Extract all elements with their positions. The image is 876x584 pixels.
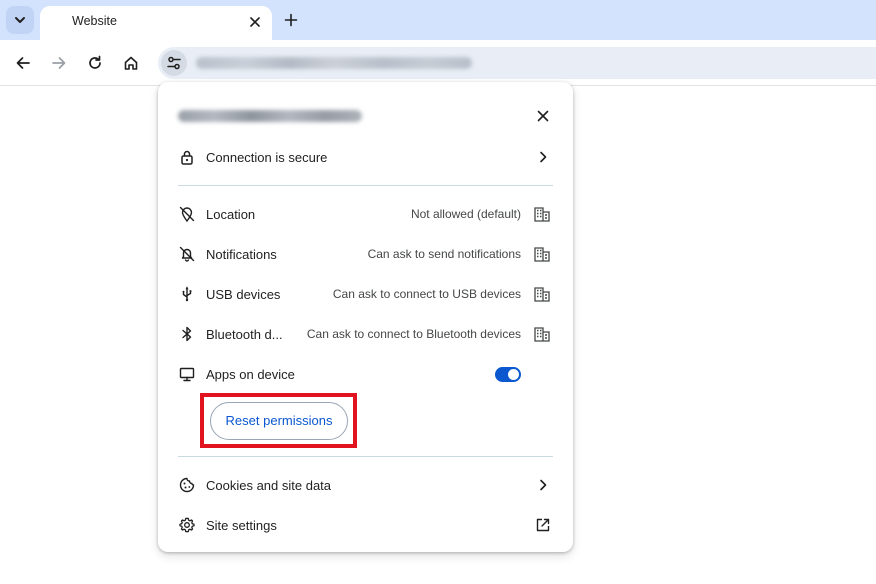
cookies-row[interactable]: Cookies and site data [158,468,573,502]
site-host-blurred [178,110,362,122]
connection-row[interactable]: Connection is secure [158,140,573,174]
apps-on-device-toggle[interactable] [495,367,521,382]
new-tab-button[interactable] [280,9,302,31]
apps-on-device-row: Apps on device [158,357,573,391]
arrow-left-icon [16,57,30,69]
building-icon [533,325,551,343]
gear-icon [178,516,196,534]
divider [178,456,553,457]
chevron-right-icon [534,476,552,494]
tab-title: Website [72,14,117,28]
bluetooth-icon [178,325,196,343]
cookies-label: Cookies and site data [206,478,332,493]
site-info-button[interactable] [161,50,187,76]
back-button[interactable] [11,51,35,75]
permission-row-bluetooth[interactable]: Bluetooth d... Can ask to connect to Blu… [158,317,573,351]
divider [178,185,553,186]
permission-label: Notifications [206,247,277,262]
location-off-icon [178,205,196,223]
page-info-popup: Connection is secure Location Not allowe… [158,82,573,552]
tab-close-button[interactable] [246,13,264,31]
browser-toolbar [0,40,876,86]
chevron-right-icon [534,148,552,166]
permission-label: Location [206,207,256,222]
home-icon [124,56,138,70]
home-button[interactable] [119,51,143,75]
popup-close-button[interactable] [533,106,553,126]
notifications-off-icon [178,245,196,263]
usb-icon [178,285,196,303]
permission-value: Can ask to connect to USB devices [332,287,521,301]
building-icon [533,205,551,223]
chevron-down-icon [15,17,25,23]
plus-icon [284,13,298,27]
close-icon [250,17,260,27]
site-settings-label: Site settings [206,518,277,533]
lock-icon [178,148,196,166]
connection-label: Connection is secure [206,150,328,165]
toggle-knob [508,369,519,380]
site-settings-row[interactable]: Site settings [158,508,573,542]
permission-label: Bluetooth d... [206,327,283,342]
tune-icon [167,56,181,70]
browser-tab[interactable]: Website [40,6,272,40]
url-text-blurred[interactable] [196,57,472,69]
arrow-right-icon [52,57,66,69]
permission-value: Can ask to connect to Bluetooth devices [306,327,521,341]
permission-label: USB devices [206,287,281,302]
tab-search-button[interactable] [6,6,34,34]
open-in-new-icon [534,516,552,534]
permission-row-notifications[interactable]: Notifications Can ask to send notificati… [158,237,573,271]
building-icon [533,285,551,303]
tab-strip: Website [0,0,876,40]
address-bar[interactable] [158,47,876,79]
reload-button[interactable] [83,51,107,75]
permission-row-location[interactable]: Location Not allowed (default) [158,197,573,231]
building-icon [533,245,551,263]
cookie-icon [178,476,196,494]
highlight-annotation [200,393,357,448]
permission-row-usb[interactable]: USB devices Can ask to connect to USB de… [158,277,573,311]
permission-value: Can ask to send notifications [367,247,521,261]
close-icon [537,110,549,122]
forward-button[interactable] [47,51,71,75]
permission-value: Not allowed (default) [410,207,521,221]
monitor-icon [178,365,196,383]
apps-on-device-label: Apps on device [206,367,295,382]
reload-icon [89,55,101,69]
